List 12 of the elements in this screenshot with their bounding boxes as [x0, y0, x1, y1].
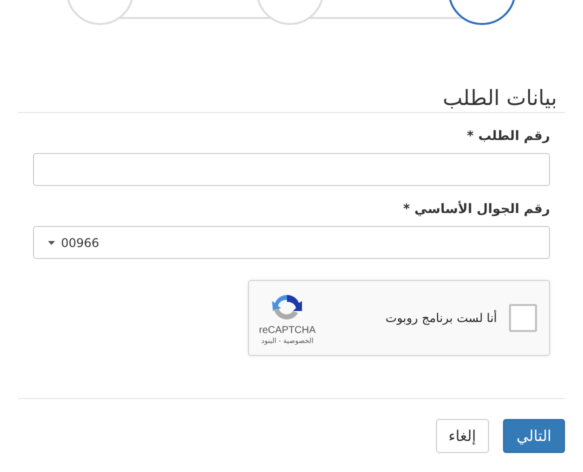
- phone-field[interactable]: 00966: [33, 226, 550, 259]
- captcha-brand: reCAPTCHA: [259, 324, 316, 336]
- phone-value: 00966: [61, 236, 100, 250]
- captcha-label: أنا لست برنامج روبوت: [386, 311, 497, 325]
- section-title: بيانات الطلب: [442, 85, 557, 112]
- field-label: رقم الجوال الأساسي *: [403, 200, 550, 219]
- input-field[interactable]: [33, 153, 550, 186]
- cancel-button[interactable]: إلغاء: [436, 419, 489, 453]
- next-button[interactable]: التالي: [503, 419, 565, 453]
- caret-icon[interactable]: [48, 240, 55, 244]
- field-label: رقم الطلب *: [466, 128, 550, 146]
- captcha-checkbox[interactable]: [509, 304, 537, 332]
